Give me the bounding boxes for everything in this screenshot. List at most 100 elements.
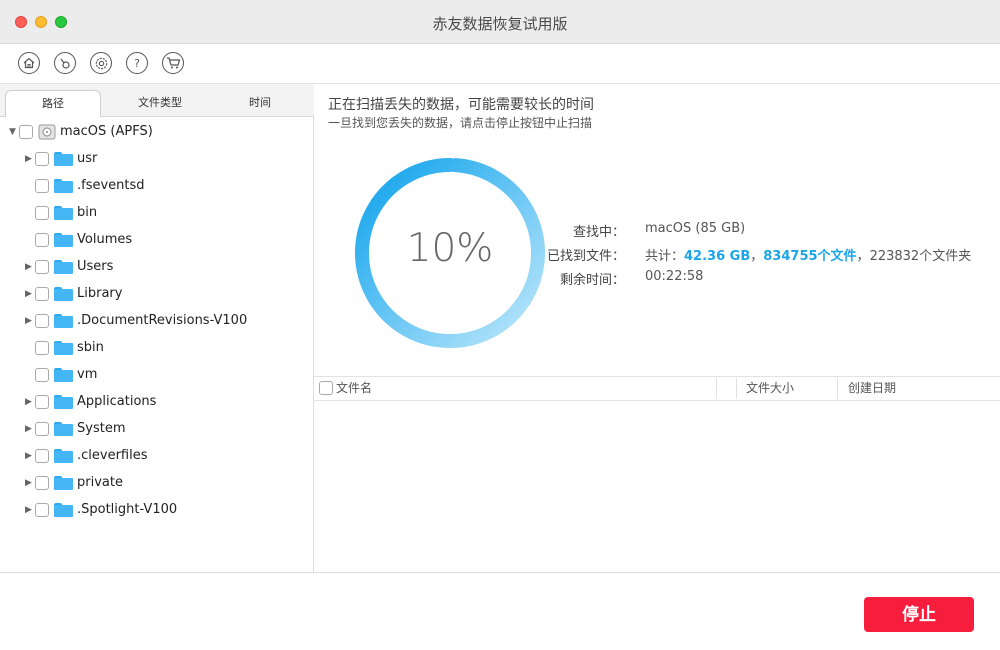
- tree-item-label: Users: [77, 259, 114, 274]
- tree-item-label: Volumes: [77, 232, 133, 247]
- checkbox[interactable]: [35, 475, 49, 490]
- checkbox[interactable]: [35, 313, 49, 328]
- column-divider: [716, 378, 717, 399]
- tree-item[interactable]: Volumes: [25, 226, 132, 253]
- found-size: 42.36 GB: [684, 249, 751, 264]
- tree-root[interactable]: ▼ macOS (APFS): [9, 118, 153, 145]
- column-divider: [837, 378, 838, 399]
- folder-icon: [54, 313, 73, 328]
- tree-item[interactable]: ▶ .cleverfiles: [25, 442, 148, 469]
- svg-text:?: ?: [134, 57, 140, 70]
- home-icon[interactable]: [18, 52, 40, 74]
- folder-icon: [54, 178, 73, 193]
- expand-arrow-icon[interactable]: ▶: [25, 451, 35, 461]
- tree-item[interactable]: ▶ System: [25, 415, 125, 442]
- folder-icon: [54, 502, 73, 517]
- tree-item[interactable]: ▶ Users: [25, 253, 113, 280]
- tree-item[interactable]: ▶ Applications: [25, 388, 156, 415]
- checkbox[interactable]: [35, 205, 49, 220]
- found-folders: 223832个文件夹: [869, 249, 972, 264]
- tree-item-label: Library: [77, 286, 123, 301]
- checkbox[interactable]: [19, 124, 33, 139]
- expand-arrow-icon[interactable]: ▶: [25, 397, 35, 407]
- folder-icon: [54, 259, 73, 274]
- stop-button[interactable]: 停止: [864, 597, 974, 632]
- tree-item-label: usr: [77, 151, 98, 166]
- select-all-checkbox[interactable]: [319, 381, 333, 395]
- checkbox[interactable]: [35, 340, 49, 355]
- tree-item[interactable]: ▶ usr: [25, 145, 97, 172]
- tree-item-label: System: [77, 421, 126, 436]
- checkbox[interactable]: [35, 448, 49, 463]
- folder-icon: [54, 475, 73, 490]
- tab-bar: 路径 文件类型 时间: [0, 84, 314, 117]
- tree-item[interactable]: vm: [25, 361, 97, 388]
- tab-filetype[interactable]: 文件类型: [110, 90, 210, 117]
- tree-item[interactable]: bin: [25, 199, 97, 226]
- searching-value: macOS (85 GB): [645, 221, 746, 236]
- expand-arrow-icon[interactable]: ▶: [25, 316, 35, 326]
- tree-item[interactable]: sbin: [25, 334, 104, 361]
- folder-icon: [54, 367, 73, 382]
- disk-scan-icon[interactable]: [54, 52, 76, 74]
- checkbox[interactable]: [35, 367, 49, 382]
- remaining-label: 剩余时间：: [559, 273, 625, 288]
- cart-icon[interactable]: [162, 52, 184, 74]
- progress-percent: 10%: [406, 226, 494, 271]
- checkbox[interactable]: [35, 394, 49, 409]
- toolbar: ?: [0, 44, 1000, 84]
- column-filename[interactable]: 文件名: [336, 377, 372, 400]
- found-prefix: 共计：: [645, 249, 685, 264]
- checkbox[interactable]: [35, 286, 49, 301]
- bottom-bar: [0, 572, 1000, 650]
- tree-item-label: .DocumentRevisions-V100: [77, 313, 248, 328]
- tree-item-label: sbin: [77, 340, 104, 355]
- folder-icon: [54, 286, 73, 301]
- settings-icon[interactable]: [90, 52, 112, 74]
- checkbox[interactable]: [35, 151, 49, 166]
- scan-message: 正在扫描丢失的数据，可能需要较长的时间: [328, 97, 594, 113]
- searching-label: 查找中：: [572, 225, 625, 240]
- checkbox[interactable]: [35, 178, 49, 193]
- found-label: 已找到文件：: [546, 249, 625, 264]
- checkbox[interactable]: [35, 232, 49, 247]
- tree-item[interactable]: ▶ .DocumentRevisions-V100: [25, 307, 247, 334]
- scan-hint: 一旦找到您丢失的数据，请点击停止按钮中止扫描: [328, 116, 593, 130]
- expand-arrow-icon[interactable]: ▶: [25, 478, 35, 488]
- expand-arrow-icon[interactable]: ▶: [25, 154, 35, 164]
- found-files: 834755个文件: [763, 249, 857, 264]
- tree-item[interactable]: ▶ .Spotlight-V100: [25, 496, 177, 523]
- expand-arrow-icon[interactable]: ▶: [25, 424, 35, 434]
- folder-icon: [54, 232, 73, 247]
- tree-item-label: bin: [77, 205, 98, 220]
- folder-icon: [54, 151, 73, 166]
- checkbox[interactable]: [35, 259, 49, 274]
- column-size[interactable]: 文件大小: [746, 377, 794, 400]
- folder-icon: [54, 421, 73, 436]
- folder-icon: [54, 394, 73, 409]
- checkbox[interactable]: [35, 502, 49, 517]
- expand-arrow-icon[interactable]: ▼: [9, 127, 19, 137]
- expand-arrow-icon[interactable]: ▶: [25, 289, 35, 299]
- folder-icon: [54, 205, 73, 220]
- folder-icon: [54, 340, 73, 355]
- found-separator: ，: [856, 249, 870, 264]
- expand-arrow-icon[interactable]: ▶: [25, 505, 35, 515]
- found-separator: ，: [750, 249, 764, 264]
- column-date[interactable]: 创建日期: [848, 377, 896, 400]
- title-bar: 赤友数据恢复试用版: [0, 0, 1000, 44]
- tree-item-label: vm: [77, 367, 98, 382]
- tree-item[interactable]: ▶ private: [25, 469, 123, 496]
- tree-item-label: .Spotlight-V100: [77, 502, 178, 517]
- help-icon[interactable]: ?: [126, 52, 148, 74]
- column-divider: [736, 378, 737, 399]
- tab-time[interactable]: 时间: [210, 90, 310, 117]
- expand-arrow-icon[interactable]: ▶: [25, 262, 35, 272]
- tree-item[interactable]: .fseventsd: [25, 172, 145, 199]
- tree-item-label: private: [77, 475, 123, 490]
- tree-item[interactable]: ▶ Library: [25, 280, 122, 307]
- tree-item-label: .cleverfiles: [77, 448, 148, 463]
- tab-path[interactable]: 路径: [5, 90, 101, 117]
- file-table-header: 文件名 文件大小 创建日期: [314, 376, 1000, 401]
- checkbox[interactable]: [35, 421, 49, 436]
